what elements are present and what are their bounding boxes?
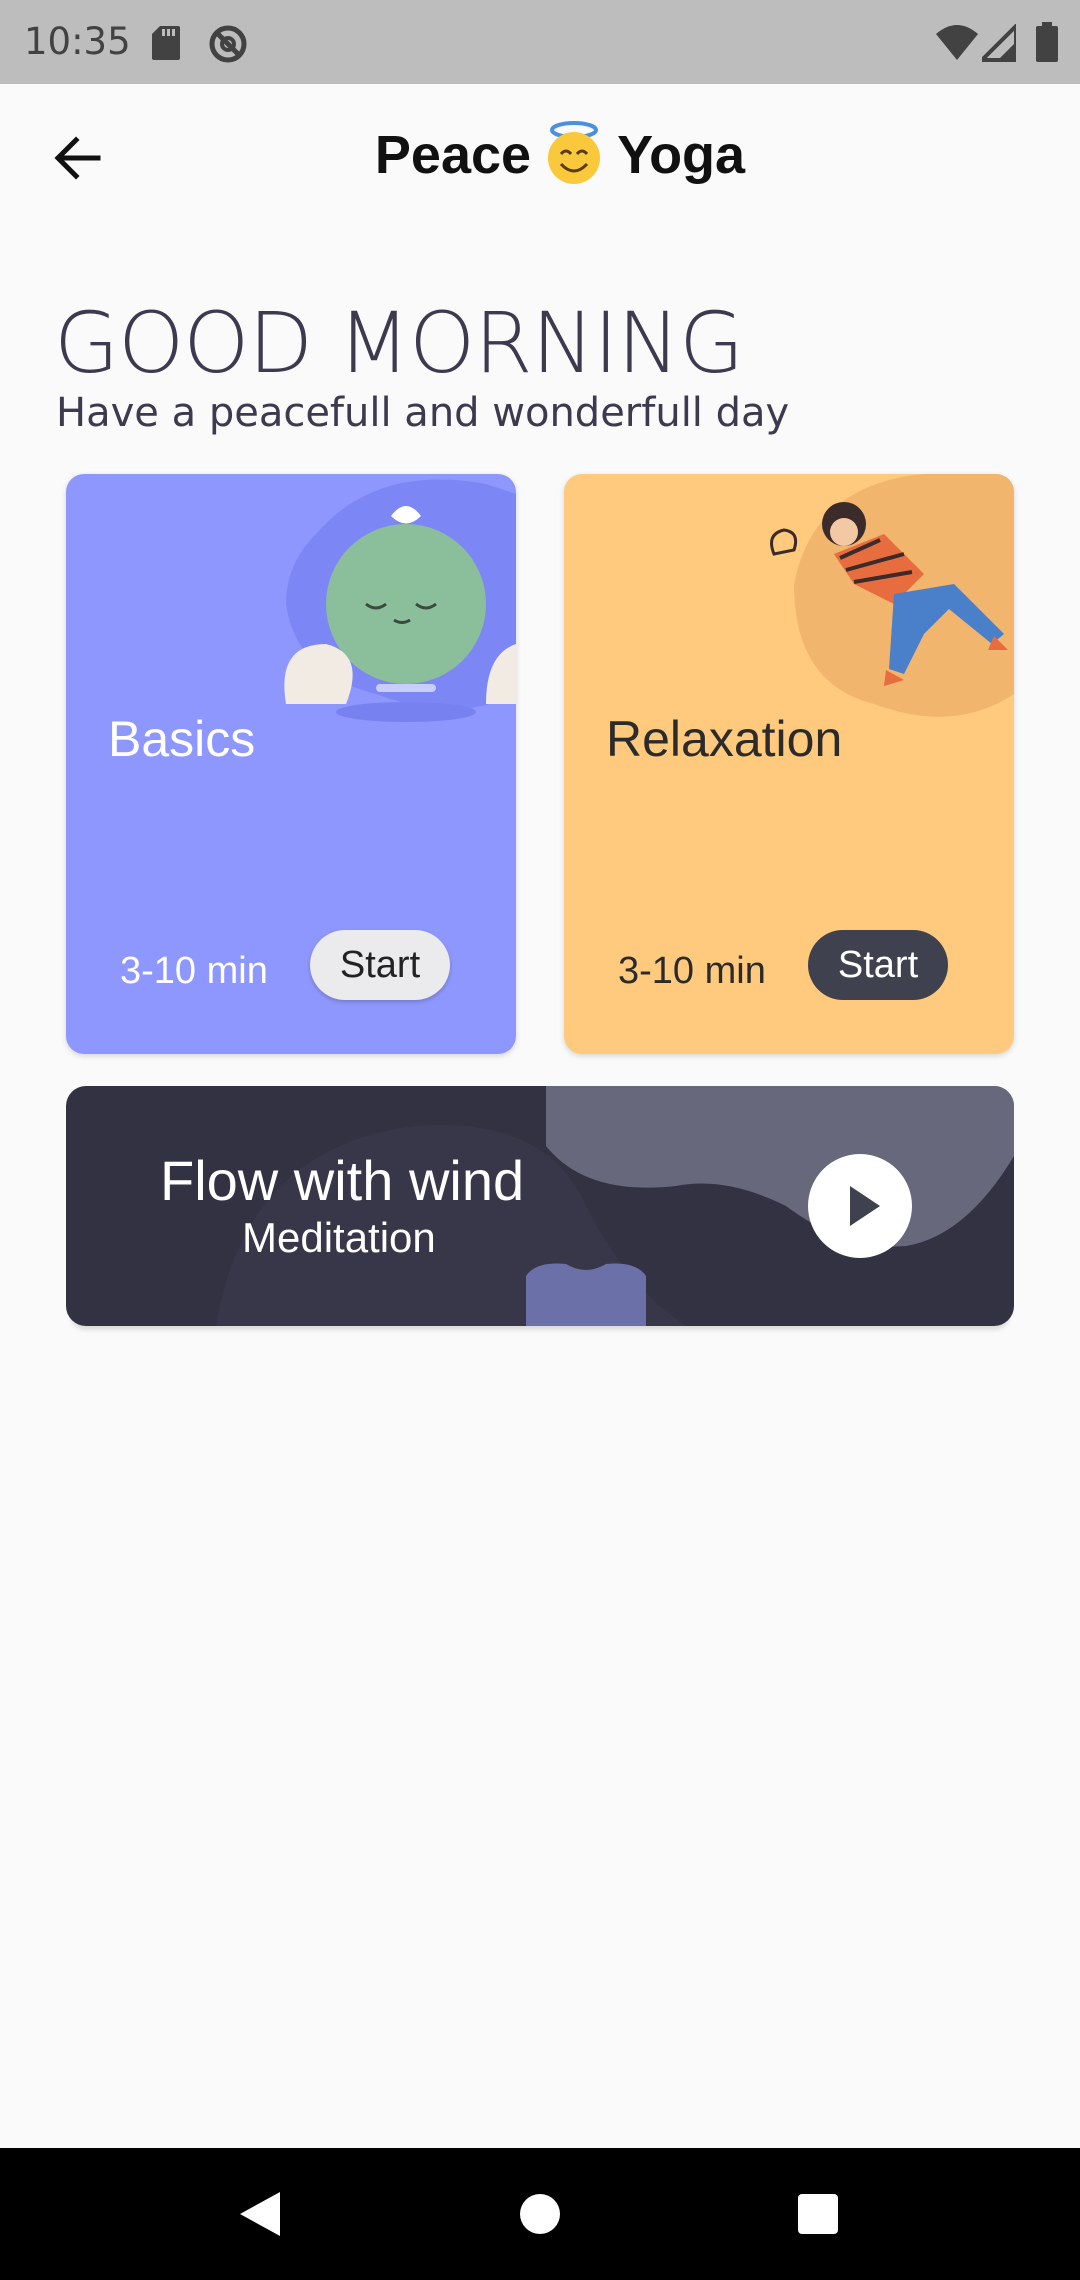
app-title: Peace Yoga xyxy=(0,120,1080,192)
meditation-banner[interactable]: Flow with wind Meditation xyxy=(66,1086,1014,1326)
status-time: 10:35 xyxy=(24,20,131,63)
relaxation-duration: 3-10 min xyxy=(618,950,766,992)
basics-title: Basics xyxy=(108,711,256,767)
no-disturb-icon xyxy=(209,25,247,63)
relaxation-start-button[interactable]: Start xyxy=(808,930,948,1000)
nav-recents-icon[interactable] xyxy=(798,2194,838,2234)
banner-title: Flow with wind xyxy=(160,1149,525,1212)
sd-card-icon xyxy=(152,26,180,60)
app-title-left: Peace xyxy=(374,125,532,185)
banner-subtitle: Meditation xyxy=(242,1214,436,1261)
signal-icon xyxy=(982,24,1016,62)
greeting-title: GOOD MORNING xyxy=(54,294,744,392)
greeting-subtitle: Have a peacefull and wonderfull day xyxy=(56,390,790,436)
basics-illustration xyxy=(284,479,516,722)
smiling-halo-emoji-icon xyxy=(548,120,601,184)
relaxation-card[interactable]: Relaxation 3-10 min Start xyxy=(564,474,1014,1054)
nav-back-icon[interactable] xyxy=(238,2190,282,2238)
battery-icon xyxy=(1036,22,1058,62)
basics-duration: 3-10 min xyxy=(120,950,268,992)
play-button[interactable] xyxy=(808,1154,912,1258)
basics-start-button[interactable]: Start xyxy=(310,930,450,1000)
status-bar: 10:35 xyxy=(0,0,1080,84)
play-icon xyxy=(850,1186,880,1226)
relaxation-illustration xyxy=(770,474,1014,717)
relaxation-title: Relaxation xyxy=(606,711,843,767)
basics-card[interactable]: Basics 3-10 min Start xyxy=(66,474,516,1054)
nav-home-icon[interactable] xyxy=(520,2194,560,2234)
wifi-icon xyxy=(936,25,978,60)
app-title-right: Yoga xyxy=(617,125,746,185)
